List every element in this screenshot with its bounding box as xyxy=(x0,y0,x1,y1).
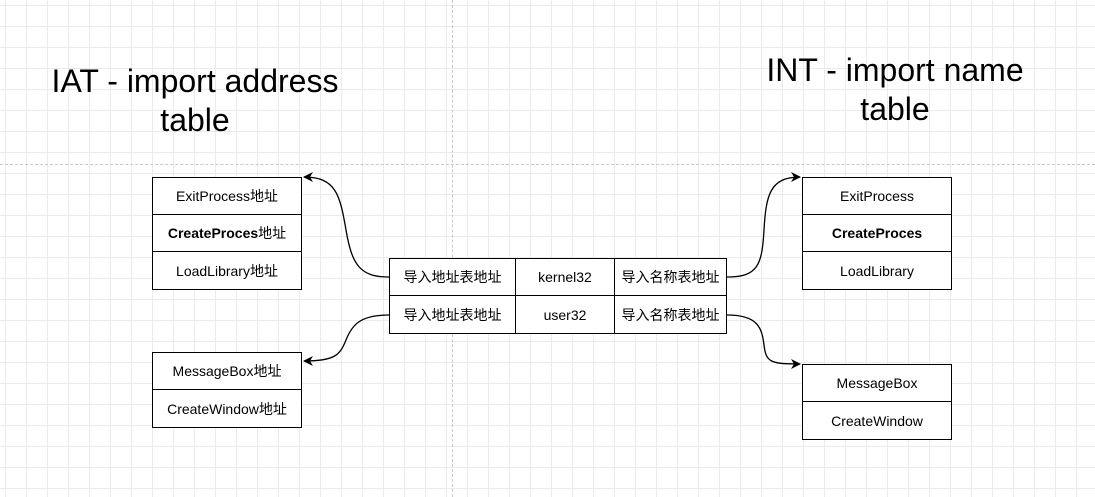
arrow-kernel32-to-int xyxy=(726,172,801,278)
connector-arrows xyxy=(303,172,801,369)
arrow-user32-to-iat xyxy=(303,314,390,366)
arrow-user32-to-int xyxy=(726,314,801,369)
arrow-kernel32-to-iat xyxy=(303,172,390,278)
